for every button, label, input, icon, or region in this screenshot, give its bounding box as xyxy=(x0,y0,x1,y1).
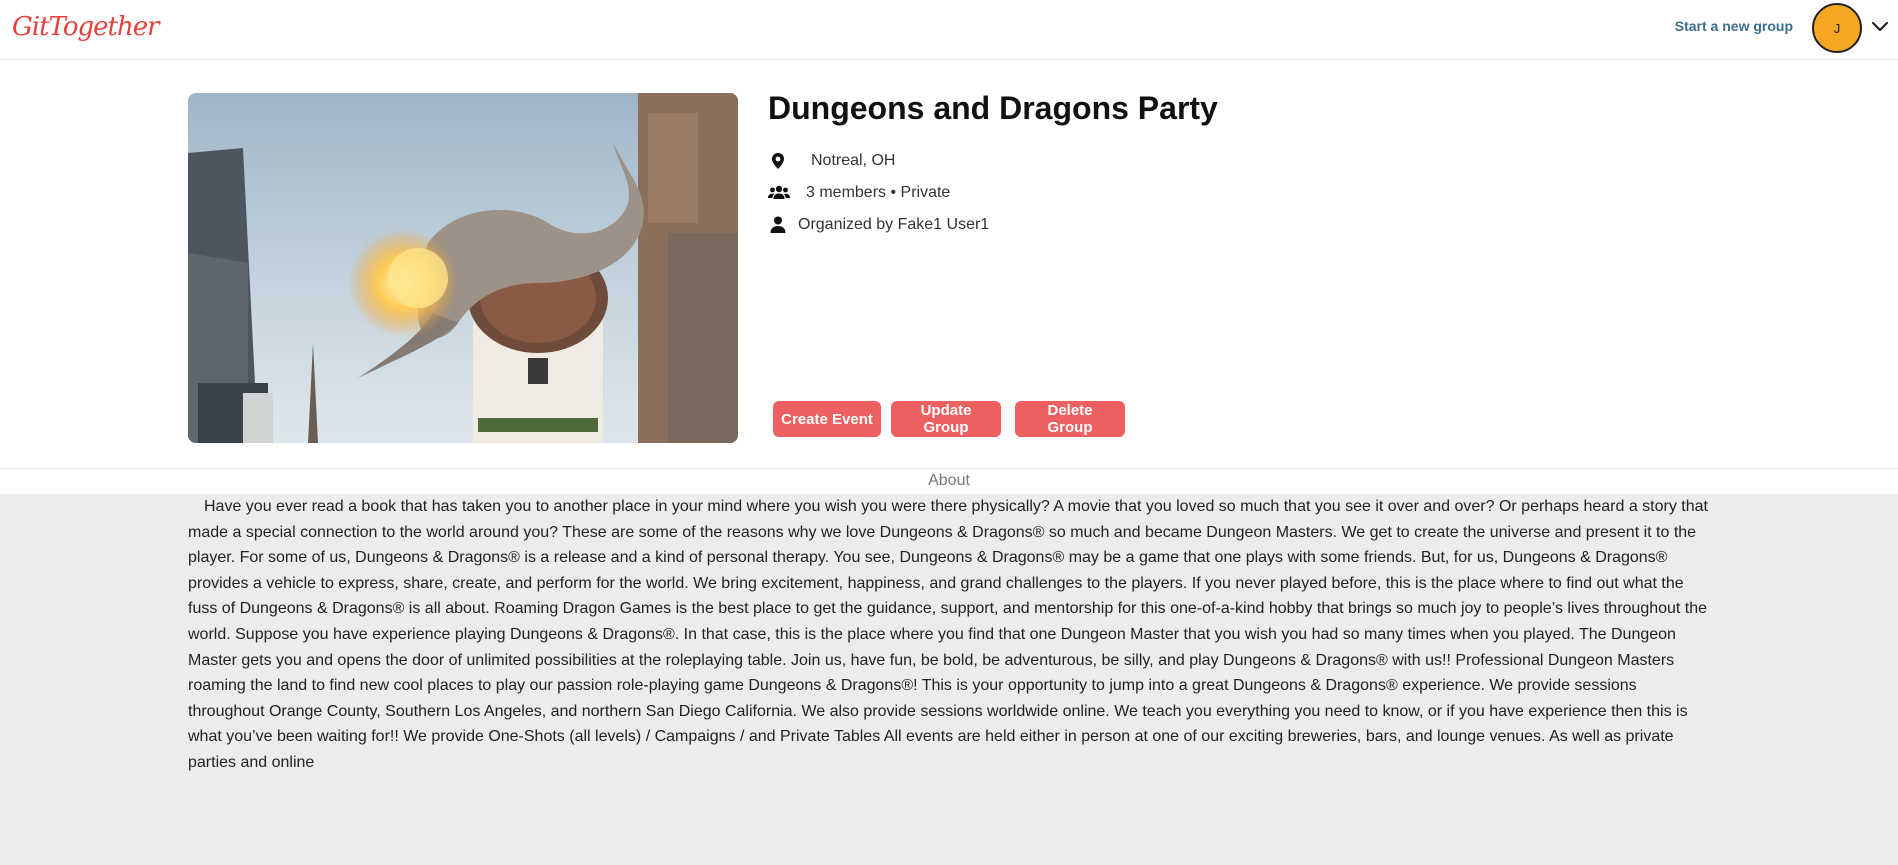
about-description: Have you ever read a book that has taken… xyxy=(188,498,1708,771)
about-tab-bar: About xyxy=(0,468,1898,494)
users-icon xyxy=(768,185,790,199)
chevron-down-icon[interactable] xyxy=(1870,20,1890,34)
location-row: Notreal, OH xyxy=(768,149,895,173)
user-avatar[interactable]: J xyxy=(1812,3,1862,53)
group-image xyxy=(188,93,738,443)
create-event-button[interactable]: Create Event xyxy=(773,401,881,437)
map-pin-icon xyxy=(772,153,784,169)
update-group-button[interactable]: Update Group xyxy=(891,401,1001,437)
start-new-group-link[interactable]: Start a new group xyxy=(1675,18,1793,34)
delete-group-button[interactable]: Delete Group xyxy=(1015,401,1125,437)
tab-about[interactable]: About xyxy=(928,472,970,489)
group-location: Notreal, OH xyxy=(811,152,896,169)
top-navbar: GitTogether Start a new group J xyxy=(0,0,1898,60)
site-logo[interactable]: GitTogether xyxy=(12,12,160,42)
group-organizer: Organized by Fake1 User1 xyxy=(798,216,990,233)
members-row: 3 members • Private xyxy=(768,181,950,205)
group-title: Dungeons and Dragons Party xyxy=(768,90,1218,126)
group-members: 3 members • Private xyxy=(806,184,951,201)
organizer-row: Organized by Fake1 User1 xyxy=(768,213,989,237)
about-section: Have you ever read a book that has taken… xyxy=(0,494,1898,865)
avatar-initial: J xyxy=(1833,20,1841,36)
user-icon xyxy=(770,216,786,233)
